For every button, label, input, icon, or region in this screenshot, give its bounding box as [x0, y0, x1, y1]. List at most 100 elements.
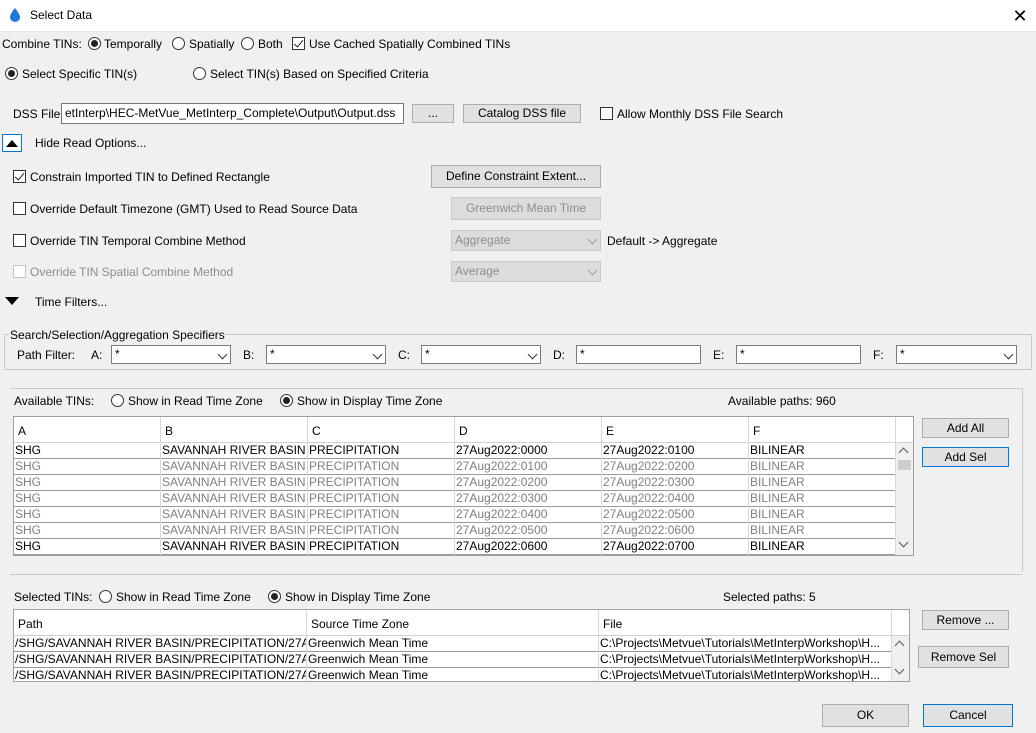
constrain-checkbox[interactable] [13, 170, 26, 183]
table-cell: PRECIPITATION [308, 491, 455, 507]
specifiers-title: Search/Selection/Aggregation Specifiers [10, 328, 225, 342]
table-cell: PRECIPITATION [308, 443, 455, 459]
table-cell: SAVANNAH RIVER BASIN [161, 443, 308, 459]
allow-monthly-checkbox[interactable] [600, 107, 613, 120]
column-header-a[interactable]: A [14, 417, 161, 443]
temporally-radio[interactable] [88, 37, 101, 50]
select-criteria-radio[interactable] [193, 67, 206, 80]
catalog-dss-button[interactable]: Catalog DSS file [463, 104, 581, 123]
spatial-method-select[interactable]: Average [451, 261, 601, 282]
override-spatial-checkbox[interactable] [13, 265, 26, 278]
scroll-up-icon[interactable] [894, 640, 905, 651]
table-cell: 27Aug2022:0300 [455, 491, 602, 507]
table-cell: PRECIPITATION [308, 523, 455, 539]
scroll-down-icon[interactable] [894, 664, 905, 675]
table-row[interactable]: SHG SAVANNAH RIVER BASIN PRECIPITATION 27Au… [14, 523, 896, 539]
c-filter-select[interactable]: * [421, 345, 541, 364]
table-cell: SHG [14, 507, 161, 523]
a-filter-select[interactable]: * [111, 345, 231, 364]
table-cell: /SHG/SAVANNAH RIVER BASIN/PRECIPITATION/… [15, 636, 307, 652]
time-filters-button[interactable] [2, 292, 22, 310]
ok-button[interactable]: OK [822, 704, 909, 727]
table-cell: 27Aug2022:0300 [602, 475, 749, 491]
chevron-down-icon [217, 349, 228, 360]
b-filter-value: * [270, 347, 275, 361]
d-label: D: [553, 348, 565, 362]
table-row[interactable]: SHG SAVANNAH RIVER BASIN PRECIPITATION 27Au… [14, 491, 896, 507]
selected-scrollbar[interactable] [892, 636, 909, 681]
override-spatial-label: Override TIN Spatial Combine Method [30, 265, 234, 279]
table-cell: /SHG/SAVANNAH RIVER BASIN/PRECIPITATION/… [15, 652, 307, 668]
column-header-path[interactable]: Path [14, 610, 307, 636]
remove-sel-button[interactable]: Remove Sel [918, 646, 1009, 668]
scroll-down-icon[interactable] [898, 537, 909, 548]
table-row[interactable]: SHG SAVANNAH RIVER BASIN PRECIPITATION 27Au… [14, 507, 896, 523]
table-cell: 27Aug2022:0100 [455, 459, 602, 475]
d-filter-input[interactable]: * [576, 345, 701, 364]
select-specific-radio[interactable] [5, 67, 18, 80]
table-row[interactable]: SHG SAVANNAH RIVER BASIN PRECIPITATION 27Au… [14, 459, 896, 475]
column-header-file[interactable]: File [599, 610, 892, 636]
water-drop-icon [10, 8, 20, 22]
override-temporal-checkbox[interactable] [13, 234, 26, 247]
available-read-tz-radio[interactable] [111, 394, 124, 407]
use-cached-checkbox[interactable] [292, 37, 305, 50]
spatially-radio[interactable] [172, 37, 185, 50]
column-header-b[interactable]: B [161, 417, 308, 443]
available-scrollbar[interactable] [896, 443, 913, 555]
add-sel-button[interactable]: Add Sel [922, 447, 1009, 467]
table-cell: SHG [14, 539, 161, 555]
table-cell: SAVANNAH RIVER BASIN [161, 523, 308, 539]
table-cell: C:\Projects\Metvue\Tutorials\MetInterpWo… [599, 652, 892, 668]
table-row[interactable]: /SHG/SAVANNAH RIVER BASIN/PRECIPITATION/… [14, 636, 892, 652]
column-header-e[interactable]: E [602, 417, 749, 443]
table-cell: 27Aug2022:0100 [602, 443, 749, 459]
available-table[interactable]: A B C D E F SHG SAVANNAH RIVER BASIN PRECI… [13, 416, 914, 556]
table-cell: Greenwich Mean Time [307, 668, 599, 681]
selected-display-tz-label: Show in Display Time Zone [285, 590, 431, 604]
override-timezone-checkbox[interactable] [13, 202, 26, 215]
column-header-d[interactable]: D [455, 417, 602, 443]
selected-display-tz-radio[interactable] [268, 590, 281, 603]
close-icon[interactable]: ✕ [1008, 4, 1032, 28]
table-row[interactable]: SHG SAVANNAH RIVER BASIN PRECIPITATION 27Au… [14, 443, 896, 459]
cancel-button[interactable]: Cancel [923, 704, 1013, 727]
table-row[interactable]: SHG SAVANNAH RIVER BASIN PRECIPITATION 27Au… [14, 475, 896, 491]
dss-file-input[interactable]: etInterp\HEC-MetVue_MetInterp_Complete\O… [61, 103, 404, 124]
b-filter-select[interactable]: * [266, 345, 386, 364]
hide-read-options-button[interactable] [2, 134, 22, 152]
selected-read-tz-radio[interactable] [99, 590, 112, 603]
scroll-thumb[interactable] [898, 460, 911, 470]
spatial-method-value: Average [455, 264, 500, 278]
column-header-c[interactable]: C [308, 417, 455, 443]
f-filter-select[interactable]: * [896, 345, 1017, 364]
column-header-source-tz[interactable]: Source Time Zone [307, 610, 599, 636]
selected-table[interactable]: Path Source Time Zone File /SHG/SAVANNAH… [13, 609, 910, 682]
available-display-tz-radio[interactable] [280, 394, 293, 407]
column-header-f[interactable]: F [749, 417, 896, 443]
table-row[interactable]: /SHG/SAVANNAH RIVER BASIN/PRECIPITATION/… [14, 668, 892, 681]
override-timezone-label: Override Default Timezone (GMT) Used to … [30, 202, 358, 216]
both-label: Both [258, 37, 283, 51]
table-row[interactable]: /SHG/SAVANNAH RIVER BASIN/PRECIPITATION/… [14, 652, 892, 668]
selected-read-tz-label: Show in Read Time Zone [116, 590, 251, 604]
timezone-button[interactable]: Greenwich Mean Time [451, 197, 601, 220]
combine-tins-label: Combine TINs: [2, 37, 82, 51]
chevron-down-icon [587, 265, 598, 276]
remove-button[interactable]: Remove ... [922, 610, 1009, 630]
both-radio[interactable] [241, 37, 254, 50]
table-cell: PRECIPITATION [308, 459, 455, 475]
define-extent-button[interactable]: Define Constraint Extent... [431, 165, 601, 188]
spatially-label: Spatially [189, 37, 235, 51]
temporal-method-select[interactable]: Aggregate [451, 230, 601, 251]
table-cell: SAVANNAH RIVER BASIN [161, 507, 308, 523]
browse-button[interactable]: ... [412, 104, 454, 123]
triangle-up-icon [6, 140, 18, 147]
e-filter-input[interactable]: * [736, 345, 861, 364]
table-cell: PRECIPITATION [308, 539, 455, 555]
add-all-button[interactable]: Add All [922, 418, 1009, 438]
table-cell: SAVANNAH RIVER BASIN [161, 539, 308, 555]
table-row[interactable]: SHG SAVANNAH RIVER BASIN PRECIPITATION 27Au… [14, 539, 896, 555]
available-display-tz-label: Show in Display Time Zone [297, 394, 443, 408]
scroll-up-icon[interactable] [898, 447, 909, 458]
